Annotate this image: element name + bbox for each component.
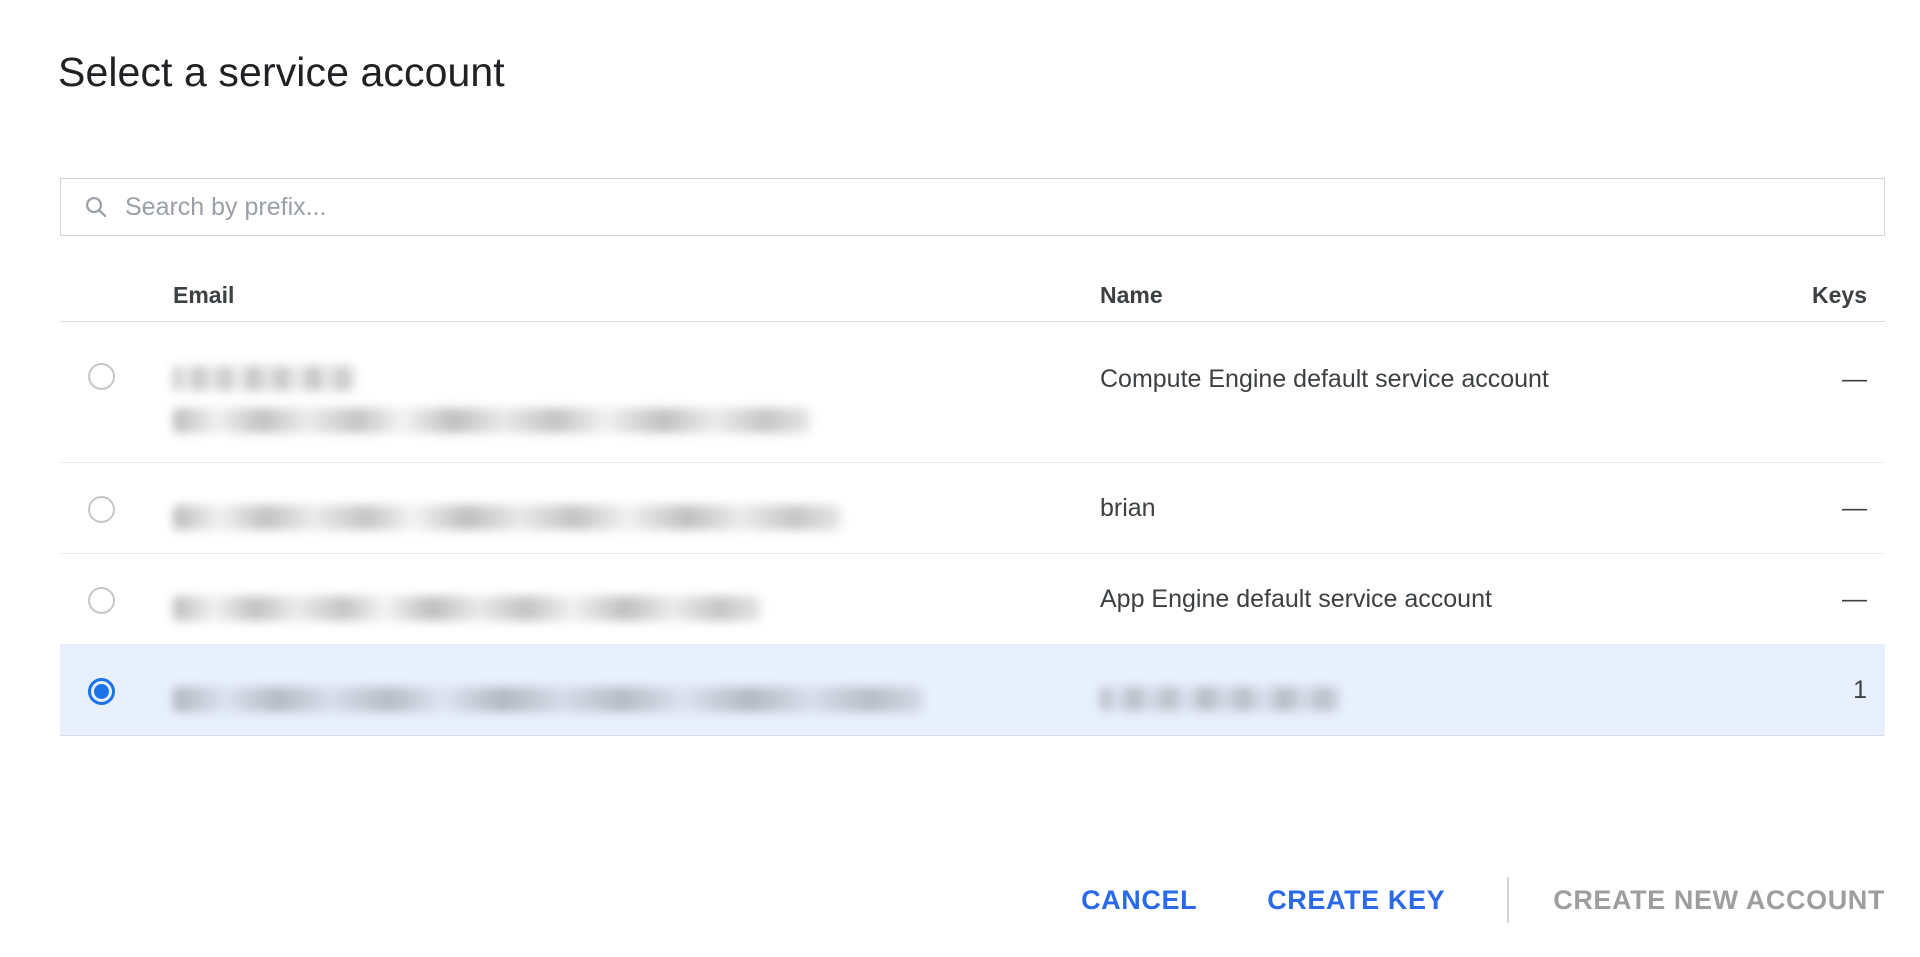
dialog-actions: CANCEL CREATE KEY CREATE NEW ACCOUNT <box>60 870 1885 930</box>
table-row[interactable]: Compute Engine default service account — <box>60 322 1885 463</box>
service-account-table: Email Name Keys Compute Engine default s… <box>60 254 1885 736</box>
search-field-container[interactable] <box>60 178 1885 236</box>
row-radio-button[interactable] <box>88 678 115 705</box>
column-header-name: Name <box>1100 282 1163 308</box>
table-header-row: Email Name Keys <box>60 254 1885 322</box>
row-radio-button[interactable] <box>88 587 115 614</box>
search-input[interactable] <box>125 187 1884 227</box>
row-email-redacted <box>173 366 355 391</box>
row-name: Compute Engine default service account <box>1100 365 1549 393</box>
table-row[interactable]: brian — <box>60 463 1885 554</box>
create-new-account-button[interactable]: CREATE NEW ACCOUNT <box>1535 875 1885 926</box>
row-email-redacted <box>173 596 761 621</box>
row-name: App Engine default service account <box>1100 585 1492 613</box>
row-keys: — <box>1842 494 1867 522</box>
row-email-redacted <box>173 687 923 712</box>
row-name: brian <box>1100 494 1156 522</box>
row-keys: — <box>1842 365 1867 393</box>
row-radio-button[interactable] <box>88 496 115 523</box>
action-divider <box>1507 877 1510 923</box>
row-email-redacted-line2 <box>173 408 810 433</box>
row-email-redacted <box>173 505 841 530</box>
row-radio-button[interactable] <box>88 363 115 390</box>
table-row[interactable]: App Engine default service account — <box>60 554 1885 645</box>
row-keys: — <box>1842 585 1867 613</box>
create-key-button[interactable]: CREATE KEY <box>1249 875 1463 926</box>
column-header-email: Email <box>173 282 235 308</box>
select-service-account-dialog: Select a service account Email Name Keys… <box>0 0 1920 957</box>
table-row-selected[interactable]: 1 <box>60 645 1885 736</box>
row-name-redacted <box>1100 687 1340 711</box>
cancel-button[interactable]: CANCEL <box>1063 875 1215 926</box>
radio-dot <box>94 684 109 699</box>
row-keys: 1 <box>1853 676 1867 704</box>
column-header-keys: Keys <box>1812 282 1867 308</box>
page-title: Select a service account <box>58 49 505 95</box>
search-icon <box>85 196 107 218</box>
